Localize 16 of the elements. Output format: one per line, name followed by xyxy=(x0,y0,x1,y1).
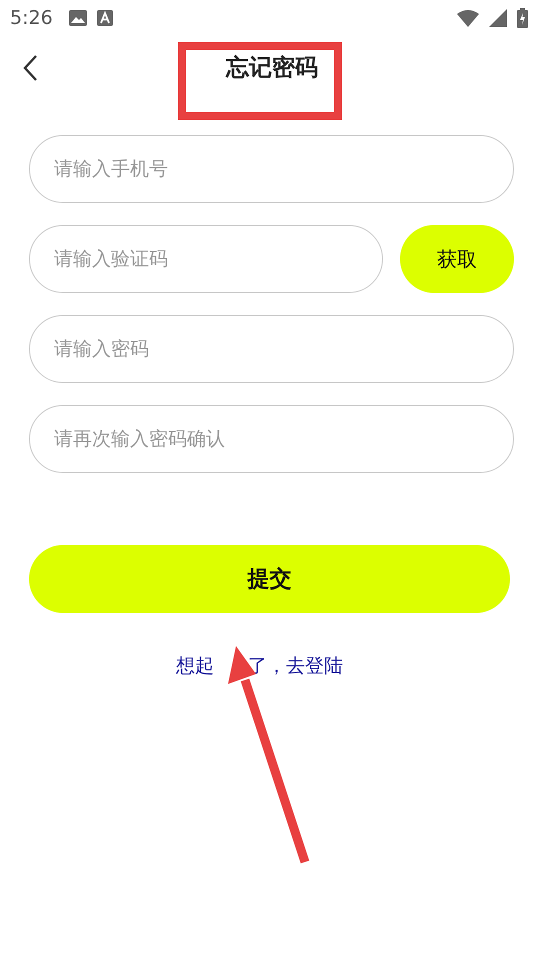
phone-input[interactable]: 请输入手机号 xyxy=(29,135,514,203)
wifi-icon xyxy=(457,10,479,26)
page-title: 忘记密码 xyxy=(226,54,318,82)
back-icon[interactable] xyxy=(22,54,38,82)
font-icon xyxy=(96,10,113,26)
confirm-password-input[interactable]: 请再次输入密码确认 xyxy=(29,405,514,473)
login-link[interactable]: 了，去登陆 xyxy=(248,653,343,679)
submit-button[interactable]: 提交 xyxy=(29,545,510,613)
login-link[interactable]: 想起 xyxy=(176,653,214,679)
image-icon xyxy=(68,10,87,26)
signal-icon xyxy=(489,9,507,27)
status-time: 5:26 xyxy=(10,7,53,29)
get-code-button[interactable]: 获取 xyxy=(400,225,514,293)
password-input[interactable]: 请输入密码 xyxy=(29,315,514,383)
code-input[interactable]: 请输入验证码 xyxy=(29,225,383,293)
battery-icon xyxy=(517,8,528,28)
